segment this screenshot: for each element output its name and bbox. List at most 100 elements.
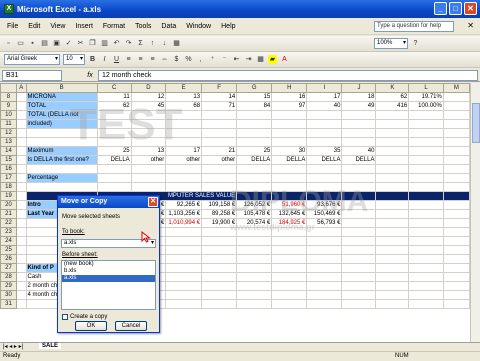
row-header[interactable]: 22 [0,218,17,228]
cell[interactable]: 19.71% [408,92,444,102]
percent-button[interactable]: % [184,55,193,64]
cell[interactable]: 40 [306,101,343,111]
list-item[interactable]: b.xls [62,268,155,275]
cell[interactable] [15,299,27,309]
cell[interactable] [236,227,273,237]
column-header-c[interactable]: C [96,83,132,93]
cell[interactable] [201,182,238,192]
cell[interactable]: 416 [375,101,410,111]
cell[interactable] [408,155,444,165]
cell[interactable] [25,128,98,138]
row-header[interactable]: 15 [0,155,17,165]
cell[interactable]: 17 [306,92,343,102]
font-size-select[interactable]: 10 [63,54,85,65]
cell[interactable]: 1,103,256 € [165,209,203,219]
cell[interactable] [96,173,132,183]
cell[interactable] [236,299,273,309]
cell[interactable] [408,263,444,273]
column-header-l[interactable]: L [408,83,444,93]
row-header[interactable]: 12 [0,128,17,138]
cell[interactable] [408,110,444,120]
cell[interactable] [341,281,377,291]
cell[interactable] [165,110,203,120]
cell[interactable] [341,299,377,309]
cell[interactable] [165,128,203,138]
cell[interactable] [15,128,27,138]
cell[interactable]: 17 [165,146,203,156]
save-icon[interactable]: ▪ [28,39,37,48]
row-header[interactable]: 11 [0,119,17,129]
cell[interactable] [442,254,470,264]
cell[interactable] [15,155,27,165]
cell[interactable]: 100.00% [408,101,444,111]
cell[interactable] [165,173,203,183]
cell[interactable] [375,110,410,120]
row-header[interactable]: 20 [0,200,17,210]
cell[interactable] [442,101,470,111]
cell[interactable] [15,254,27,264]
cell[interactable] [15,218,27,228]
cell[interactable] [306,110,343,120]
spelling-icon[interactable]: ✓ [64,39,73,48]
row-header[interactable]: 25 [0,245,17,255]
cell[interactable] [271,182,308,192]
font-select[interactable]: Arial Greek [4,54,60,65]
cell[interactable] [130,173,167,183]
menu-window[interactable]: Window [181,23,216,30]
cell[interactable] [408,200,444,210]
cell[interactable] [165,236,203,246]
cell[interactable] [15,263,27,273]
cell[interactable] [201,128,238,138]
row-header[interactable]: 26 [0,254,17,264]
cell[interactable] [442,245,470,255]
cell[interactable] [375,173,410,183]
cell[interactable] [408,182,444,192]
row-header[interactable]: 13 [0,137,17,147]
cell[interactable]: Is DELLA the first one? [25,155,98,165]
cell[interactable]: 15 [236,92,273,102]
column-header-j[interactable]: J [341,83,377,93]
cell[interactable] [201,164,238,174]
scroll-thumb[interactable] [472,103,480,143]
cell[interactable]: 71 [201,101,238,111]
row-header[interactable]: 10 [0,110,17,120]
cell[interactable] [408,254,444,264]
cell[interactable]: 150,469 € [306,209,343,219]
cell[interactable] [15,281,27,291]
list-item[interactable]: a.xls [62,275,155,282]
cell[interactable] [271,263,308,273]
cell[interactable] [96,137,132,147]
cell[interactable]: 25 [96,146,132,156]
cell[interactable] [375,218,410,228]
cell[interactable] [236,173,273,183]
cell[interactable] [341,272,377,282]
cell[interactable]: MICRONA [25,92,98,102]
cell[interactable] [271,128,308,138]
italic-button[interactable]: I [100,55,109,64]
ok-button[interactable]: OK [75,321,107,331]
cell[interactable] [442,299,470,309]
bold-button[interactable]: B [88,55,97,64]
cell[interactable] [201,272,238,282]
cell[interactable] [442,200,470,210]
cell[interactable] [408,227,444,237]
cell[interactable] [408,146,444,156]
cell[interactable] [306,236,343,246]
cell[interactable] [375,281,410,291]
cell[interactable] [130,119,167,129]
cut-icon[interactable]: ✂ [76,39,85,48]
cell[interactable] [375,290,410,300]
cell[interactable] [375,245,410,255]
cell[interactable] [271,236,308,246]
cell[interactable] [341,263,377,273]
cell[interactable] [130,182,167,192]
cell[interactable]: 97 [271,101,308,111]
cell[interactable] [15,146,27,156]
cell[interactable]: 13 [165,92,203,102]
open-icon[interactable]: ▭ [16,39,25,48]
cell[interactable]: 18 [341,92,377,102]
cell[interactable]: 49 [341,101,377,111]
fill-color-icon[interactable]: ▰ [268,55,277,64]
cell[interactable] [236,245,273,255]
column-header-d[interactable]: D [130,83,167,93]
